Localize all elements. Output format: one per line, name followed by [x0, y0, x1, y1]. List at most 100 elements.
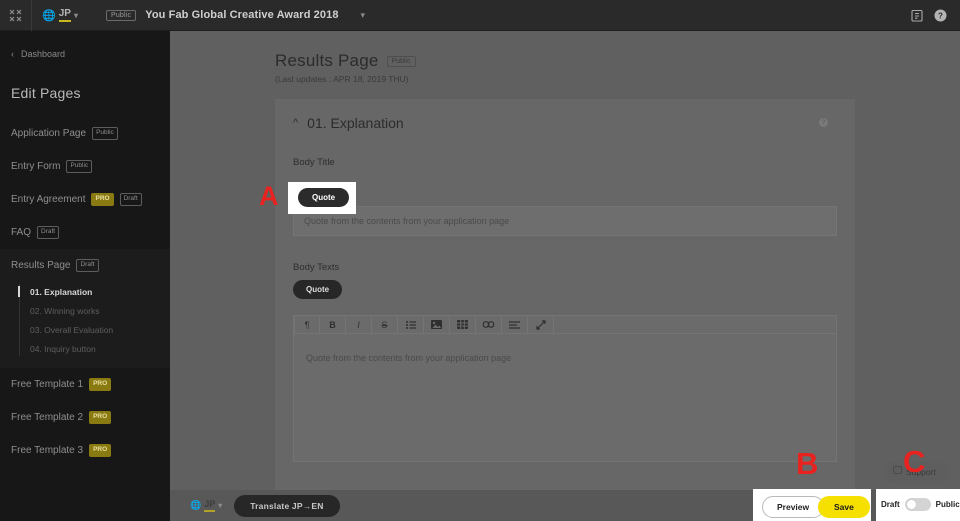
visibility-badge: Public — [105, 9, 137, 21]
help-circle-icon[interactable]: ? — [819, 118, 828, 127]
page-title: Results Page — [275, 51, 379, 70]
sidebar-item-free-template-1[interactable]: Free Template 1 PRO — [0, 368, 170, 401]
status-badge: Public — [92, 127, 118, 140]
link-icon[interactable] — [476, 315, 502, 334]
body-texts-placeholder: Quote from the contents from your applic… — [306, 353, 512, 363]
save-button[interactable]: Save — [818, 496, 870, 518]
sidebar-subitem-label: 04. Inquiry button — [30, 343, 96, 354]
translate-button[interactable]: Translate JP→EN — [234, 494, 340, 517]
language-selector[interactable]: 🌐 JP ▾ — [32, 0, 88, 31]
body-texts-label: Body Texts — [293, 262, 340, 273]
svg-text:?: ? — [938, 11, 943, 20]
bold-icon[interactable]: B — [320, 315, 346, 334]
sidebar-heading: Edit Pages — [11, 85, 81, 101]
top-bar-actions: ? — [911, 9, 960, 22]
globe-icon: 🌐 — [42, 9, 56, 22]
pro-badge: PRO — [89, 378, 112, 391]
chevron-up-icon[interactable]: ^ — [293, 117, 298, 129]
draft-public-toggle-row: Draft Public — [881, 498, 960, 511]
body-title-label: Body Title — [293, 157, 335, 168]
page-visibility-badge: Public — [386, 55, 416, 67]
globe-icon: 🌐 — [190, 500, 202, 510]
status-badge: Draft — [119, 193, 142, 206]
page-header: Results Page Public (Last updates : APR … — [170, 31, 960, 84]
sidebar-subitem-label: 03. Overall Evaluation — [30, 324, 114, 335]
preview-button[interactable]: Preview — [762, 496, 825, 518]
chevron-down-icon: ▾ — [218, 501, 223, 510]
marker-b: B — [796, 446, 819, 481]
strikethrough-icon[interactable]: S — [372, 315, 398, 334]
sidebar-item-label: Results Page — [11, 260, 71, 271]
editor-toolbar: ¶ B I S — [293, 315, 837, 334]
chat-icon — [893, 466, 902, 474]
sidebar-item-application-page[interactable]: Application Page Public — [0, 117, 170, 150]
draft-public-toggle[interactable] — [904, 498, 931, 511]
toggle-knob — [905, 499, 917, 510]
sidebar-item-entry-form[interactable]: Entry Form Public — [0, 150, 170, 183]
sidebar-item-entry-agreement[interactable]: Entry Agreement PRO Draft — [0, 183, 170, 216]
status-badge: Public — [66, 160, 93, 173]
public-label: Public — [935, 500, 960, 509]
bottom-language-label: JP — [204, 499, 216, 512]
marker-a: A — [259, 181, 279, 211]
body-texts-editor[interactable]: Quote from the contents from your applic… — [293, 334, 837, 462]
paragraph-icon[interactable]: ¶ — [294, 315, 320, 334]
sidebar: ‹ Dashboard Edit Pages Application Page … — [0, 31, 170, 521]
table-icon[interactable] — [450, 315, 476, 334]
pro-badge: PRO — [89, 444, 112, 457]
sidebar-item-label: Free Template 1 — [11, 379, 84, 390]
marker-c: C — [903, 444, 926, 479]
chevron-down-icon: ▾ — [73, 10, 78, 20]
app-window: 🌐 JP ▾ Public You Fab Global Creative Aw… — [0, 0, 960, 521]
status-badge: Draft — [76, 259, 99, 272]
sidebar-item-label: Entry Form — [11, 161, 61, 172]
draft-label: Draft — [881, 500, 900, 509]
last-updated-text: (Last updates : APR 18, 2019 THU) — [275, 74, 409, 84]
body-texts-quote-button[interactable]: Quote — [293, 280, 343, 299]
expand-icon[interactable] — [528, 315, 554, 334]
sidebar-subitem-label: 01. Explanation — [30, 286, 93, 297]
sidebar-item-free-template-2[interactable]: Free Template 2 PRO — [0, 401, 170, 434]
align-icon[interactable] — [502, 315, 528, 334]
sidebar-back-dashboard[interactable]: ‹ Dashboard — [0, 31, 170, 59]
card-header[interactable]: ^ 01. Explanation ? — [275, 99, 855, 131]
main-content: Results Page Public (Last updates : APR … — [170, 31, 960, 521]
section-card-explanation: ^ 01. Explanation ? Body Title Quote Quo… — [275, 99, 855, 521]
sidebar-item-label: Application Page — [11, 128, 87, 139]
collapse-arrows-icon[interactable] — [0, 0, 31, 31]
sidebar-item-label: Free Template 2 — [11, 412, 84, 423]
body-title-input[interactable]: Quote from the contents from your applic… — [293, 206, 837, 236]
sidebar-pages-list: Application Page Public Entry Form Publi… — [0, 117, 170, 467]
help-circle-icon[interactable]: ? — [934, 9, 947, 22]
sidebar-item-label: Free Template 3 — [11, 445, 84, 456]
status-badge: Draft — [37, 226, 60, 239]
page-title-row: Results Page Public — [275, 51, 960, 71]
sidebar-item-free-template-3[interactable]: Free Template 3 PRO — [0, 434, 170, 467]
body-title-quote-button[interactable]: Quote — [298, 188, 350, 207]
image-icon[interactable] — [424, 315, 450, 334]
pro-badge: PRO — [89, 411, 112, 424]
sidebar-item-04-inquiry-button[interactable]: 04. Inquiry button — [0, 339, 170, 358]
sidebar-item-label: FAQ — [11, 227, 32, 238]
sidebar-item-faq[interactable]: FAQ Draft — [0, 216, 170, 249]
sidebar-subitems: 01. Explanation 02. Winning works 03. Ov… — [0, 282, 170, 368]
chevron-left-icon: ‹ — [11, 49, 14, 59]
language-label: JP — [58, 8, 71, 22]
sidebar-item-03-overall-evaluation[interactable]: 03. Overall Evaluation — [0, 320, 170, 339]
sidebar-item-02-winning-works[interactable]: 02. Winning works — [0, 301, 170, 320]
bullet-list-icon[interactable] — [398, 315, 424, 334]
body-title-placeholder: Quote from the contents from your applic… — [304, 216, 510, 226]
clipboard-icon[interactable] — [911, 9, 923, 22]
project-chevron-down-icon[interactable]: ▾ — [361, 10, 366, 21]
project-title: You Fab Global Creative Award 2018 — [145, 9, 339, 21]
italic-icon[interactable]: I — [346, 315, 372, 334]
bottom-language-selector[interactable]: 🌐 JP ▾ — [190, 499, 222, 512]
card-title: 01. Explanation — [307, 115, 404, 131]
sidebar-item-results-page[interactable]: Results Page Draft — [0, 249, 170, 282]
top-bar: 🌐 JP ▾ Public You Fab Global Creative Aw… — [0, 0, 960, 31]
pro-badge: PRO — [91, 193, 114, 206]
sidebar-back-label: Dashboard — [21, 49, 66, 59]
sidebar-subitem-label: 02. Winning works — [30, 305, 100, 316]
sidebar-item-01-explanation[interactable]: 01. Explanation — [0, 282, 170, 301]
sidebar-item-label: Entry Agreement — [11, 194, 86, 205]
